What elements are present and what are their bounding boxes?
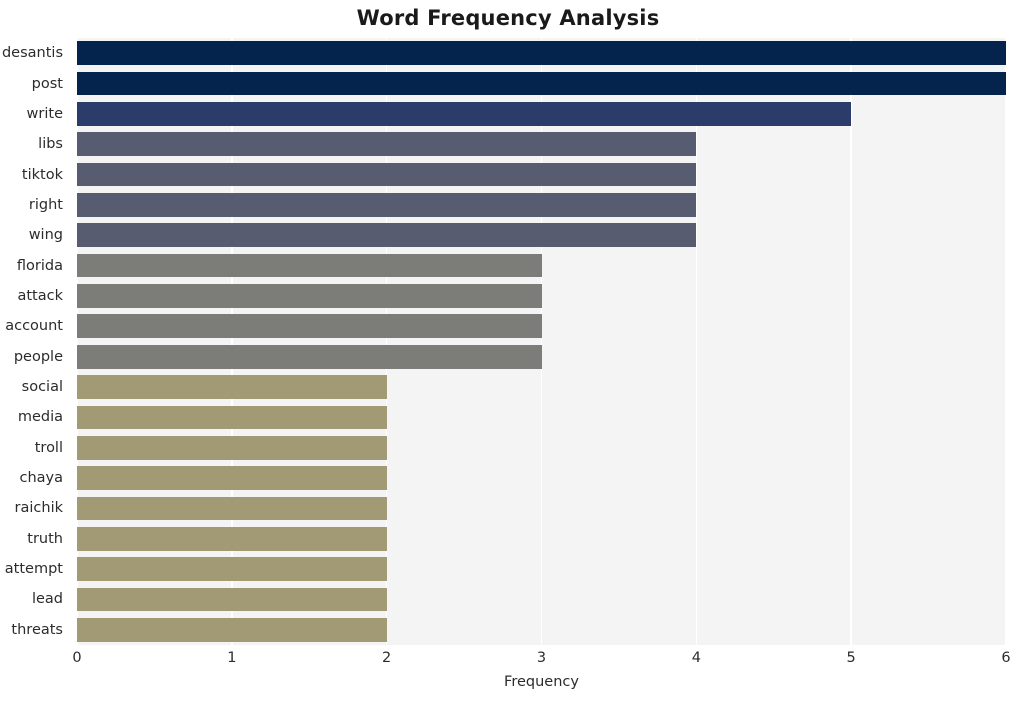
bar-right[interactable]: [77, 193, 697, 217]
bar-row: [77, 496, 1006, 521]
chart-title: Word Frequency Analysis: [356, 6, 660, 30]
bar-row: [77, 41, 1006, 65]
y-tick-label-post: post: [31, 75, 63, 92]
y-tick-label-wing: wing: [28, 227, 63, 244]
bar-florida[interactable]: [77, 253, 542, 278]
y-tick-label-account: account: [5, 318, 63, 335]
bar-lead[interactable]: [77, 587, 387, 612]
bar-row: [77, 587, 1006, 612]
x-tick-label-2: 2: [382, 650, 392, 666]
bar-row: [77, 132, 1006, 157]
chart-figure: Word Frequency Analysis desantis post writ…: [0, 0, 1016, 701]
bar-row: [77, 466, 1006, 490]
x-tick-label-4: 4: [691, 650, 701, 666]
y-tick-label-chaya: chaya: [19, 470, 63, 487]
bar-chaya[interactable]: [77, 466, 387, 490]
bar-row: [77, 435, 1006, 460]
bar-media[interactable]: [77, 405, 387, 430]
y-tick-label-tiktok: tiktok: [21, 166, 63, 183]
bar-troll[interactable]: [77, 435, 387, 460]
x-tick-label-3: 3: [536, 650, 547, 666]
bar-account[interactable]: [77, 314, 542, 339]
bar-row: [77, 375, 1006, 399]
x-tick-label-6: 6: [1001, 650, 1011, 666]
y-tick-label-desantis: desantis: [1, 45, 63, 62]
bar-wing[interactable]: [77, 223, 697, 248]
bar-people[interactable]: [77, 344, 542, 369]
bar-attempt[interactable]: [77, 557, 387, 581]
bar-row: [77, 526, 1006, 551]
bar-row: [77, 162, 1006, 187]
y-tick-label-media: media: [17, 409, 63, 426]
x-tick-label-5: 5: [846, 650, 856, 666]
bar-libs[interactable]: [77, 132, 697, 157]
y-axis-tick-labels: desantis post write libs tiktok right wing flor…: [0, 38, 71, 645]
y-tick-label-truth: truth: [27, 530, 63, 547]
bar-attack[interactable]: [77, 284, 542, 308]
y-tick-label-attack: attack: [17, 287, 63, 304]
bar-row: [77, 253, 1006, 278]
bar-row: [77, 193, 1006, 217]
plot-area: [77, 38, 1006, 645]
bar-row: [77, 71, 1006, 96]
x-tick-label-1: 1: [227, 650, 237, 666]
y-tick-label-threats: threats: [11, 621, 63, 638]
x-tick-label-0: 0: [72, 650, 82, 666]
y-tick-label-troll: troll: [34, 439, 63, 456]
y-tick-label-write: write: [26, 105, 63, 122]
bar-row: [77, 223, 1006, 248]
bar-row: [77, 314, 1006, 339]
bar-raichik[interactable]: [77, 496, 387, 521]
bar-row: [77, 102, 1006, 126]
y-tick-label-raichik: raichik: [14, 500, 63, 517]
y-tick-label-attempt: attempt: [4, 561, 63, 578]
bar-row: [77, 344, 1006, 369]
bar-truth[interactable]: [77, 526, 387, 551]
y-tick-label-right: right: [28, 196, 63, 213]
bar-desantis[interactable]: [77, 41, 1006, 65]
y-tick-label-people: people: [13, 348, 63, 365]
bar-row: [77, 405, 1006, 430]
y-tick-label-florida: florida: [16, 257, 63, 274]
x-axis-title: Frequency: [504, 674, 579, 690]
y-tick-label-lead: lead: [31, 591, 63, 608]
bar-row: [77, 557, 1006, 581]
y-tick-label-libs: libs: [38, 136, 63, 153]
bar-threats[interactable]: [77, 617, 387, 642]
bar-row: [77, 284, 1006, 308]
bar-row: [77, 617, 1006, 642]
y-tick-label-social: social: [21, 379, 63, 396]
bar-write[interactable]: [77, 102, 852, 126]
bar-tiktok[interactable]: [77, 162, 697, 187]
bar-social[interactable]: [77, 375, 387, 399]
bar-post[interactable]: [77, 71, 1006, 96]
bars-container: [77, 38, 1006, 645]
x-axis-tick-labels: 0 1 2 3 4 5 6: [0, 650, 1016, 672]
